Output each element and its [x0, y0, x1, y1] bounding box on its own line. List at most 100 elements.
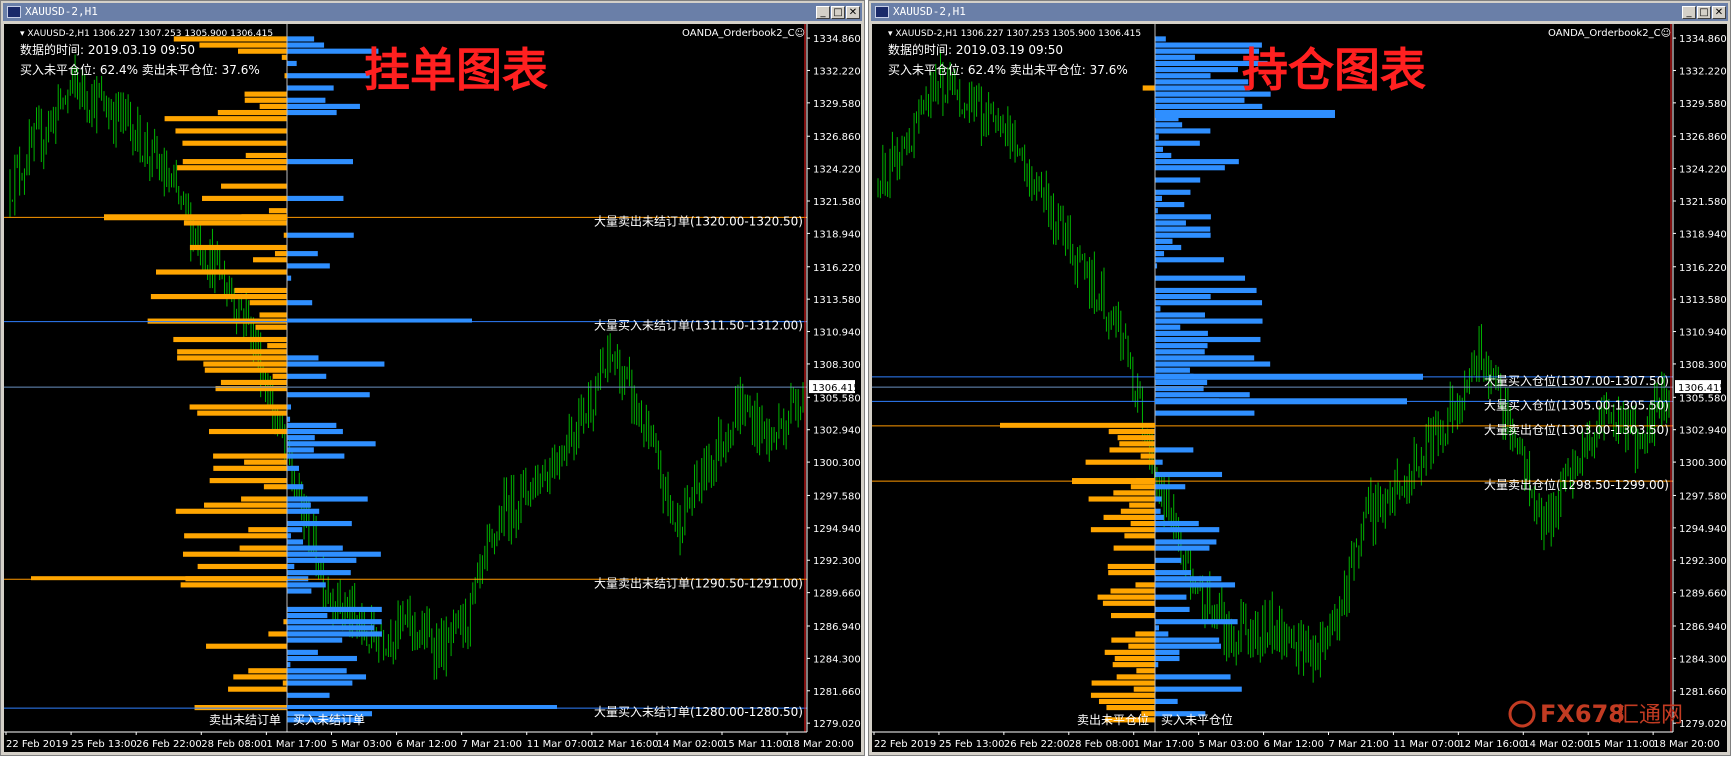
price-tick-label: 1321.580: [813, 197, 861, 208]
price-tick-label: 1294.940: [1679, 524, 1727, 535]
minimize-button[interactable]: _: [816, 5, 830, 19]
watermark-brand: FX678: [1540, 700, 1625, 728]
window-titlebar[interactable]: XAUUSD-2,H1 _ □ ✕: [3, 3, 862, 21]
sell-bar: [267, 343, 287, 349]
level-label: 大量买入未结订单(1311.50-1312.00): [594, 319, 803, 333]
price-tick-label: 1321.580: [1679, 197, 1727, 208]
buy-bar: [287, 520, 352, 527]
time-tick-label: 11 Mar 07:00: [1393, 739, 1460, 750]
window-titlebar[interactable]: XAUUSD-2,H1 _ □ ✕: [871, 3, 1728, 21]
buy-bar: [287, 232, 354, 238]
buy-bar: [1155, 698, 1178, 705]
sell-bar: [177, 349, 287, 355]
buy-bar: [1155, 336, 1261, 343]
time-tick-label: 1 Mar 17:00: [266, 739, 326, 750]
sell-bar: [268, 208, 287, 214]
chart-canvas[interactable]: 大量买入仓位(1307.00-1307.50) 大量买入仓位(1305.00-13…: [872, 24, 1727, 752]
sell-bar-peak: [104, 214, 287, 221]
buy-bar: [1155, 545, 1210, 551]
price-tick-label: 1297.580: [1679, 491, 1727, 502]
price-tick-label: 1284.300: [1679, 654, 1727, 665]
chart-window-right[interactable]: XAUUSD-2,H1 _ □ ✕ 大量买入仓位(1307.00-1307.50…: [868, 0, 1731, 756]
sell-bar: [1119, 441, 1155, 447]
maximize-button[interactable]: □: [831, 5, 845, 19]
buy-bar: [287, 42, 325, 48]
sell-bar: [1128, 643, 1155, 649]
chart-window-left[interactable]: XAUUSD-2,H1 _ □ ✕ 大量卖出未结订单(1320.00-1320.…: [0, 0, 865, 756]
sell-bar: [164, 116, 287, 122]
price-tick-label: 1326.860: [813, 132, 861, 143]
sell-bar: [1113, 545, 1155, 551]
buy-bar: [1155, 655, 1180, 662]
buy-bar: [1155, 527, 1220, 533]
buy-bar-peak: [1155, 109, 1335, 118]
sell-bar: [1135, 631, 1155, 637]
price-tick-label: 1286.940: [813, 622, 861, 633]
price-tick-label: 1313.580: [1679, 295, 1727, 306]
buy-bar: [1155, 159, 1239, 165]
buy-bar: [287, 533, 291, 539]
time-tick-label: 25 Feb 13:00: [71, 739, 137, 750]
buy-bar: [287, 159, 354, 165]
buy-bar: [287, 631, 382, 637]
sell-bar: [1113, 490, 1155, 496]
buy-bar: [1155, 392, 1250, 398]
buy-bar: [1155, 73, 1211, 79]
sell-bar: [182, 551, 287, 557]
sell-bar: [175, 128, 287, 134]
price-tick-label: 1310.940: [813, 328, 861, 339]
sell-bar: [228, 686, 287, 692]
buy-bar: [287, 404, 292, 410]
close-button[interactable]: ✕: [1712, 5, 1726, 19]
buy-bar: [287, 637, 343, 643]
buy-bar: [287, 392, 370, 398]
sell-bar: [1108, 570, 1155, 576]
buy-bar: [1155, 103, 1263, 109]
price-tick-label: 1308.300: [1679, 360, 1727, 371]
sell-bar: [255, 324, 287, 330]
buy-bar: [1155, 36, 1166, 42]
sell-bar: [150, 294, 287, 300]
time-tick-label: 5 Mar 03:00: [331, 739, 391, 750]
price-tick-label: 1326.860: [1679, 132, 1727, 143]
buy-bar: [1155, 625, 1160, 631]
position-ratio-label: 买入未平仓位: 62.4% 卖出未平仓位: 37.6%: [20, 62, 260, 77]
buy-bar: [1155, 582, 1236, 588]
buy-bar: [1155, 232, 1211, 238]
sell-bar: [245, 152, 287, 159]
price-tick-label: 1289.660: [1679, 589, 1727, 600]
buy-bar: [1155, 287, 1257, 294]
time-tick-label: 5 Mar 03:00: [1199, 739, 1259, 750]
sell-bar-peak: [1000, 422, 1155, 428]
buy-bar: [287, 582, 326, 588]
sell-bar: [241, 496, 287, 502]
price-chart[interactable]: 大量买入仓位(1307.00-1307.50) 大量买入仓位(1305.00-13…: [872, 24, 1729, 754]
sell-bar: [1136, 668, 1155, 674]
time-tick-label: 11 Mar 07:00: [527, 739, 594, 750]
buy-side-label: 买入未平仓位: [1161, 712, 1233, 727]
sell-bar: [217, 109, 287, 116]
minimize-button[interactable]: _: [1682, 5, 1696, 19]
buy-bar: [1155, 226, 1211, 232]
chart-window-icon: [7, 6, 21, 18]
buy-bar-peak: [1155, 398, 1407, 405]
buy-bar: [1155, 686, 1242, 692]
buy-bar-peak: [287, 705, 557, 710]
price-chart[interactable]: 大量卖出未结订单(1320.00-1320.50) 大量买入未结订单(1311.5…: [4, 24, 863, 754]
price-tick-label: 1305.580: [813, 393, 861, 404]
maximize-button[interactable]: □: [1697, 5, 1711, 19]
level-label: 大量卖出仓位(1303.00-1303.50): [1484, 422, 1669, 437]
close-button[interactable]: ✕: [846, 5, 860, 19]
sell-bar: [259, 312, 287, 318]
buy-bar: [287, 97, 326, 103]
sell-bar: [1103, 514, 1155, 520]
sell-bar: [220, 379, 287, 386]
sell-bar: [1109, 447, 1155, 453]
buy-bar: [1155, 514, 1164, 520]
sell-bar: [1120, 508, 1155, 514]
chart-canvas[interactable]: 大量卖出未结订单(1320.00-1320.50) 大量买入未结订单(1311.5…: [4, 24, 861, 752]
time-tick-label: 7 Mar 21:00: [1328, 739, 1388, 750]
buy-bar: [287, 484, 304, 490]
sell-bar: [244, 459, 287, 465]
buy-bar: [1155, 643, 1221, 649]
